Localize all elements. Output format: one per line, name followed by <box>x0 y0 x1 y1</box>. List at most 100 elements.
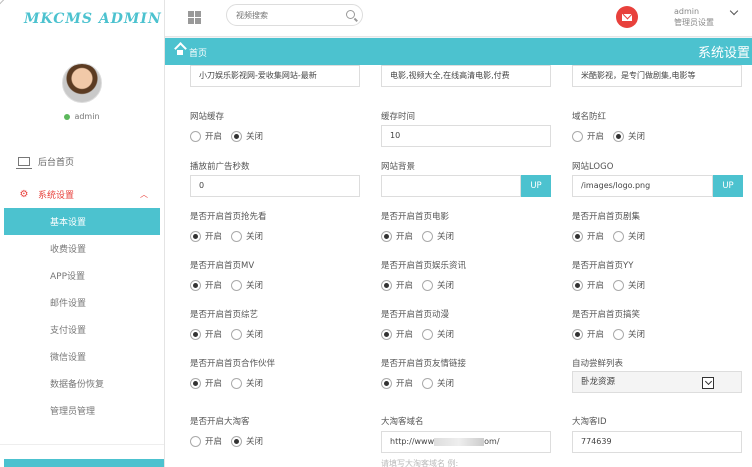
radio-off[interactable] <box>422 328 434 340</box>
auto-list-label: 自动尝鲜列表 <box>572 359 624 369</box>
sidebar-subitem-app[interactable]: APP设置 <box>0 262 164 289</box>
radio-on[interactable] <box>190 377 201 389</box>
radio-on[interactable] <box>190 279 201 291</box>
sidebar-subitem-basic[interactable]: 基本设置 <box>4 208 160 235</box>
sidebar-next-item[interactable] <box>4 459 164 467</box>
site-description-input[interactable]: 米酷影视，是专门做剧集,电影等 <box>572 65 742 87</box>
user-role[interactable]: 管理员设置 <box>674 17 714 28</box>
taoke-domain-label: 大淘客域名 <box>381 417 424 427</box>
mail-button[interactable] <box>616 6 638 28</box>
toggle-radio-group: 开启 关闭 <box>190 230 272 242</box>
search-icon[interactable] <box>346 10 355 19</box>
domain-suffix: om/ <box>484 437 500 446</box>
logo-upload-button[interactable]: UP <box>713 175 743 197</box>
user-name[interactable]: admin <box>674 7 699 16</box>
auto-list-value: 卧龙资源 <box>581 377 616 387</box>
online-dot-icon <box>64 113 71 120</box>
bg-upload-button[interactable]: UP <box>521 175 551 197</box>
grid-menu-icon[interactable] <box>188 11 201 24</box>
toggle-label: 是否开启首页友情链接 <box>381 359 467 369</box>
radio-off[interactable] <box>231 377 243 389</box>
sidebar-subitem-fee[interactable]: 收费设置 <box>0 235 164 262</box>
toggle-radio-group: 开启 关闭 <box>190 279 272 291</box>
toggle-radio-group: 开启 关闭 <box>381 230 463 242</box>
radio-on[interactable] <box>381 328 392 340</box>
radio-on[interactable] <box>381 377 392 389</box>
search-input[interactable] <box>226 4 363 26</box>
sidebar-subitem-wechat[interactable]: 微信设置 <box>0 343 164 370</box>
radio-off[interactable] <box>231 130 243 142</box>
toggle-radio-group: 开启 关闭 <box>381 279 463 291</box>
toggle-label: 是否开启首页综艺 <box>190 310 259 320</box>
sidebar-item-system[interactable]: ⚙ 系统设置 ︿ <box>0 180 164 208</box>
radio-on[interactable] <box>572 279 583 291</box>
chevron-down-icon[interactable] <box>702 377 714 389</box>
bg-label: 网站背景 <box>381 162 416 172</box>
radio-on[interactable] <box>572 130 583 142</box>
taoke-hint: 请填写大淘客域名 例: <box>381 459 459 467</box>
page-title: 系统设置 <box>697 46 750 61</box>
domain-prefix: http://www <box>390 437 435 446</box>
toggle-label: 是否开启首页动漫 <box>381 310 450 320</box>
user-status: admin <box>64 112 100 121</box>
sidebar-item-home[interactable]: 后台首页 <box>0 148 164 174</box>
radio-on[interactable] <box>190 435 201 447</box>
radio-off[interactable] <box>422 230 434 242</box>
site-keywords-input[interactable]: 电影,视频大全,在线高清电影,付费 <box>381 65 551 87</box>
toggle-label: 是否开启首页抢先看 <box>190 212 267 222</box>
radio-off[interactable] <box>422 279 434 291</box>
toggle-label: 是否开启首页YY <box>572 261 634 271</box>
radio-off[interactable] <box>231 328 243 340</box>
radio-off[interactable] <box>231 435 243 447</box>
site-title-input[interactable]: 小刀娱乐影视网-爱收集网站-最新 <box>190 65 360 87</box>
chevron-down-icon[interactable] <box>729 6 739 16</box>
toggle-radio-group: 开启 关闭 <box>572 328 654 340</box>
cache-label: 网站缓存 <box>190 112 225 122</box>
home-icon[interactable] <box>175 47 185 56</box>
toggle-radio-group: 开启 关闭 <box>381 328 463 340</box>
sidebar-subitem-mail[interactable]: 邮件设置 <box>0 289 164 316</box>
radio-off[interactable] <box>613 130 625 142</box>
radio-on[interactable] <box>572 328 583 340</box>
radio-off[interactable] <box>613 279 625 291</box>
auto-list-select[interactable]: 卧龙资源 <box>572 371 742 393</box>
logo-input[interactable]: /images/logo.png <box>572 175 713 197</box>
brand-logo[interactable]: MKCMS ADMIN <box>0 0 164 37</box>
radio-on[interactable] <box>190 230 201 242</box>
gear-icon: ⚙ <box>19 188 29 200</box>
cache-time-input[interactable]: 10 <box>381 125 551 147</box>
radio-off[interactable] <box>231 279 243 291</box>
redacted-block <box>434 437 485 446</box>
chevron-up-icon: ︿ <box>140 189 148 199</box>
taoke-id-input[interactable]: 774639 <box>572 431 742 453</box>
sidebar-subitem-admin[interactable]: 管理员管理 <box>0 397 164 424</box>
user-profile: admin <box>0 63 164 121</box>
cache-radio-group: 开启 关闭 <box>190 130 272 142</box>
toggle-label: 是否开启首页搞笑 <box>572 310 641 320</box>
avatar[interactable] <box>62 63 102 103</box>
anti-red-radio-group: 开启 关闭 <box>572 130 654 142</box>
radio-off[interactable] <box>613 328 625 340</box>
radio-on[interactable] <box>190 130 201 142</box>
radio-on[interactable] <box>381 230 392 242</box>
taoke-domain-input[interactable]: http://www om/ <box>381 431 551 453</box>
radio-on[interactable] <box>381 279 392 291</box>
toggle-label: 是否开启首页剧集 <box>572 212 641 222</box>
sidebar-item-label: 后台首页 <box>38 157 75 168</box>
monitor-icon <box>16 155 32 169</box>
bg-input[interactable] <box>381 175 521 197</box>
radio-on[interactable] <box>572 230 583 242</box>
breadcrumb-home[interactable]: 首页 <box>189 46 207 59</box>
taoke-id-label: 大淘客ID <box>572 417 607 427</box>
ad-seconds-input[interactable]: 0 <box>190 175 360 197</box>
anti-red-label: 域名防红 <box>572 112 607 122</box>
sidebar-subitem-pay[interactable]: 支付设置 <box>0 316 164 343</box>
radio-on[interactable] <box>190 328 201 340</box>
toggle-radio-group: 开启 关闭 <box>190 328 272 340</box>
radio-off[interactable] <box>422 377 434 389</box>
sidebar-subitem-backup[interactable]: 数据备份恢复 <box>0 370 164 397</box>
radio-off[interactable] <box>231 230 243 242</box>
sidebar-item-label: 系统设置 <box>38 190 75 201</box>
toggle-radio-group: 开启 关闭 <box>572 279 654 291</box>
radio-off[interactable] <box>613 230 625 242</box>
